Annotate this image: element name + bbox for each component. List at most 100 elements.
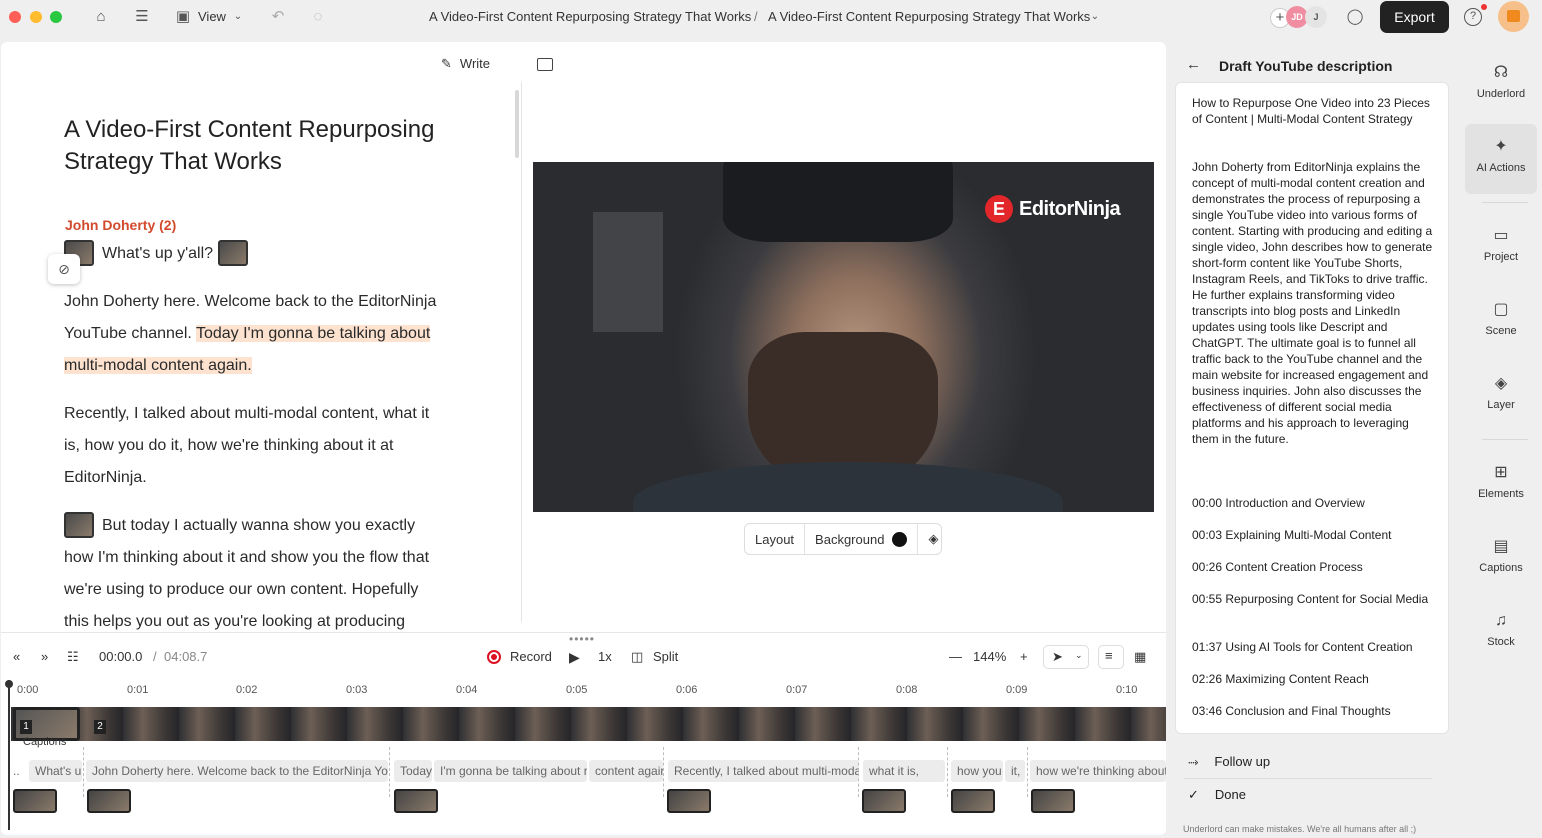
layout-button[interactable]: Layout xyxy=(745,524,806,554)
script-line[interactable]: Recently, I talked about multi-modal con… xyxy=(64,398,464,430)
captions-track-label[interactable]: Captions xyxy=(23,736,66,748)
video-track[interactable] xyxy=(11,707,1166,741)
export-button[interactable]: Export xyxy=(1380,1,1449,33)
video-preview[interactable]: E EditorNinja xyxy=(533,162,1154,512)
record-button[interactable]: Record xyxy=(510,649,552,664)
generated-title[interactable]: How to Repurpose One Video into 23 Piece… xyxy=(1192,95,1436,127)
script-text[interactable]: YouTube channel. xyxy=(64,325,192,342)
unlink-icon[interactable]: ⊘ xyxy=(48,254,80,284)
minimize-window-button[interactable] xyxy=(30,11,42,23)
caption-chip[interactable]: Recently, I talked about multi-moda xyxy=(668,760,859,782)
caption-chip[interactable]: John Doherty here. Welcome back to the E… xyxy=(86,760,388,782)
rail-item-project[interactable]: ▭ Project xyxy=(1465,213,1537,283)
script-line[interactable]: EditorNinja. xyxy=(64,462,464,494)
caption-chip[interactable]: it, xyxy=(1005,760,1025,782)
chapter-item[interactable]: 02:26 Maximizing Content Reach xyxy=(1192,671,1436,687)
help-icon[interactable]: ? xyxy=(1464,8,1482,26)
highlighted-text[interactable]: multi-modal content again. xyxy=(64,357,252,374)
script-line[interactable]: this helps you out as you're looking at … xyxy=(64,606,464,638)
script-scrollbar[interactable] xyxy=(515,90,519,158)
close-window-button[interactable] xyxy=(9,11,21,23)
follow-up-button[interactable]: ⤑ Follow up xyxy=(1188,754,1270,770)
avatar[interactable]: J xyxy=(1305,6,1327,28)
chevron-down-icon[interactable]: ⌄ xyxy=(229,8,247,26)
script-line[interactable]: we're using to produce our own content. … xyxy=(64,574,464,606)
rail-item-scene[interactable]: ▢ Scene xyxy=(1465,287,1537,357)
document-title[interactable]: A Video-First Content Repurposing Strate… xyxy=(64,114,484,178)
caption-chip[interactable]: how you xyxy=(951,760,1003,782)
grid-view-icon[interactable]: ▦ xyxy=(1134,649,1146,665)
avatar[interactable] xyxy=(1498,1,1529,32)
background-color-swatch[interactable] xyxy=(892,531,908,547)
skip-forward-icon[interactable]: » xyxy=(41,649,48,664)
generated-description[interactable]: John Doherty from EditorNinja explains t… xyxy=(1192,159,1436,447)
scene-thumbnail[interactable] xyxy=(394,789,438,813)
background-button[interactable]: Background xyxy=(805,524,919,554)
playhead[interactable] xyxy=(5,680,13,830)
rail-item-underlord[interactable]: ☊ Underlord xyxy=(1465,50,1537,120)
speaker-label[interactable]: John Doherty (2) xyxy=(65,217,176,233)
write-button[interactable]: ✎ Write xyxy=(441,56,490,72)
playback-speed[interactable]: 1x xyxy=(598,649,612,664)
script-line[interactable]: is, how you do it, how we're thinking ab… xyxy=(64,430,464,462)
caption-chip[interactable]: Today xyxy=(394,760,432,782)
caption-chip[interactable]: What's u xyxy=(29,760,82,782)
project-breadcrumb[interactable]: A Video-First Content Repurposing Strate… xyxy=(429,9,751,24)
scene-thumbnail[interactable] xyxy=(951,789,995,813)
caption-chip[interactable]: how we're thinking about it at xyxy=(1030,760,1166,782)
chevron-down-icon[interactable]: ⌄ xyxy=(1086,8,1104,26)
scene-thumbnail[interactable] xyxy=(87,789,131,813)
script-line[interactable]: YouTube channel. Today I'm gonna be talk… xyxy=(64,318,431,350)
rail-item-captions[interactable]: ▤ Captions xyxy=(1465,524,1537,594)
timeline-ruler[interactable]: 0:00 0:01 0:02 0:03 0:04 0:05 0:06 0:07 … xyxy=(1,682,1166,700)
zoom-level[interactable]: 144% xyxy=(973,649,1006,664)
view-icon[interactable]: ▣ xyxy=(174,8,192,26)
chapter-item[interactable]: 00:00 Introduction and Overview xyxy=(1192,495,1436,511)
track-view-icon[interactable]: ≡ xyxy=(1098,645,1124,669)
scene-thumbnail[interactable] xyxy=(64,512,94,538)
script-line[interactable]: how I'm thinking about it and show you t… xyxy=(64,542,464,574)
caption-chip[interactable]: what it is, xyxy=(863,760,945,782)
check-circle-icon[interactable]: ◌ xyxy=(309,8,327,26)
rail-item-ai-actions[interactable]: ✦ AI Actions xyxy=(1465,124,1537,194)
menu-icon[interactable]: ☰ xyxy=(133,8,151,26)
done-button[interactable]: ✓ Done xyxy=(1188,787,1246,803)
aspect-ratio-icon[interactable] xyxy=(537,58,553,71)
script-line[interactable]: multi-modal content again. xyxy=(64,350,252,382)
scene-thumbnail[interactable] xyxy=(218,240,248,266)
chapter-item[interactable]: 00:26 Content Creation Process xyxy=(1192,559,1436,575)
panel-divider[interactable] xyxy=(521,82,522,622)
home-icon[interactable]: ⌂ xyxy=(92,8,110,26)
scene-thumbnail[interactable] xyxy=(13,789,57,813)
script-line[interactable]: What's up y'all? xyxy=(102,238,222,270)
zoom-window-button[interactable] xyxy=(50,11,62,23)
undo-icon[interactable]: ↶ xyxy=(269,8,287,26)
view-menu[interactable]: View xyxy=(198,9,226,24)
script-line[interactable]: John Doherty here. Welcome back to the E… xyxy=(64,286,464,318)
scene-thumbnail[interactable] xyxy=(862,789,906,813)
chapter-item[interactable]: 00:03 Explaining Multi-Modal Content xyxy=(1192,527,1436,543)
chapter-item[interactable]: 03:46 Conclusion and Final Thoughts xyxy=(1192,703,1436,719)
back-arrow-icon[interactable]: ← xyxy=(1186,56,1201,73)
caption-chip[interactable]: content agair xyxy=(589,760,663,782)
layers-icon[interactable]: ◈ xyxy=(918,524,948,554)
split-icon[interactable]: ◫ xyxy=(631,649,643,665)
caption-chip[interactable]: .. xyxy=(11,760,27,782)
record-icon[interactable] xyxy=(487,650,501,664)
highlighted-text[interactable]: Today I'm gonna be talking about xyxy=(195,325,431,342)
rail-item-layer[interactable]: ◈ Layer xyxy=(1465,361,1537,431)
chapter-item[interactable]: 00:55 Repurposing Content for Social Med… xyxy=(1192,591,1436,607)
skip-back-icon[interactable]: « xyxy=(13,649,20,664)
rail-item-elements[interactable]: ⊞ Elements xyxy=(1465,450,1537,520)
zoom-in-icon[interactable]: + xyxy=(1020,649,1028,664)
zoom-out-icon[interactable]: — xyxy=(949,649,962,664)
split-button[interactable]: Split xyxy=(653,649,678,664)
scene-thumbnail[interactable] xyxy=(667,789,711,813)
scene-thumbnail[interactable] xyxy=(1031,789,1075,813)
play-icon[interactable]: ▶ xyxy=(569,649,580,666)
comment-icon[interactable]: ◯ xyxy=(1346,8,1364,26)
chapters-icon[interactable]: ☷ xyxy=(67,649,79,665)
rail-item-stock[interactable]: ♫ Stock xyxy=(1465,598,1537,668)
chapter-item[interactable]: 01:37 Using AI Tools for Content Creatio… xyxy=(1192,639,1436,655)
caption-chip[interactable]: I'm gonna be talking about r xyxy=(434,760,587,782)
